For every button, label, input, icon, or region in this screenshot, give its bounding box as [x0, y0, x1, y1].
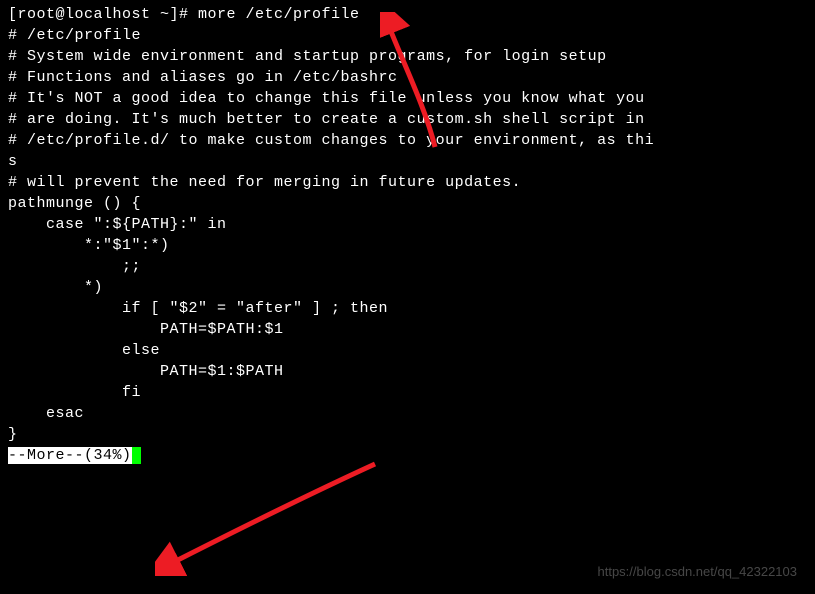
file-line: pathmunge () {: [8, 193, 807, 214]
watermark-text: https://blog.csdn.net/qq_42322103: [598, 561, 798, 582]
annotation-arrow-bottom: [155, 456, 385, 576]
file-line: # System wide environment and startup pr…: [8, 46, 807, 67]
file-line: }: [8, 424, 807, 445]
more-prompt[interactable]: --More--(34%): [8, 447, 132, 464]
file-line: PATH=$1:$PATH: [8, 361, 807, 382]
file-line: PATH=$PATH:$1: [8, 319, 807, 340]
file-line: *): [8, 277, 807, 298]
file-line: # are doing. It's much better to create …: [8, 109, 807, 130]
file-line: case ":${PATH}:" in: [8, 214, 807, 235]
file-line: esac: [8, 403, 807, 424]
file-line: s: [8, 151, 807, 172]
file-line: ;;: [8, 256, 807, 277]
terminal-output[interactable]: [root@localhost ~]# more /etc/profile # …: [8, 4, 807, 466]
file-line: # /etc/profile: [8, 25, 807, 46]
file-line: *:"$1":*): [8, 235, 807, 256]
command-line: [root@localhost ~]# more /etc/profile: [8, 4, 807, 25]
file-line: # /etc/profile.d/ to make custom changes…: [8, 130, 807, 151]
command-text: more /etc/profile: [198, 6, 360, 23]
file-line: else: [8, 340, 807, 361]
file-line: # will prevent the need for merging in f…: [8, 172, 807, 193]
file-line: fi: [8, 382, 807, 403]
file-line: # Functions and aliases go in /etc/bashr…: [8, 67, 807, 88]
file-line: if [ "$2" = "after" ] ; then: [8, 298, 807, 319]
shell-prompt: [root@localhost ~]#: [8, 6, 198, 23]
status-line: --More--(34%): [8, 445, 807, 466]
file-line: # It's NOT a good idea to change this fi…: [8, 88, 807, 109]
cursor-icon: [132, 447, 141, 464]
